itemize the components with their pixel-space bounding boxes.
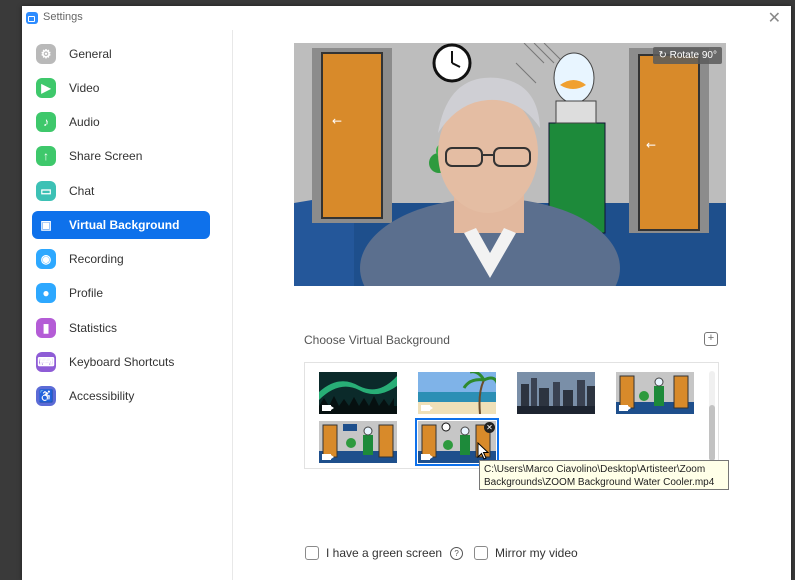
- sidebar-item-profile[interactable]: ● Profile: [32, 279, 210, 307]
- sidebar-item-chat[interactable]: ▭ Chat: [32, 177, 210, 205]
- svg-text:←: ←: [646, 138, 656, 152]
- mirror-video-checkbox[interactable]: [474, 546, 488, 560]
- video-camera-icon: [619, 405, 631, 411]
- mirror-video-option: Mirror my video: [474, 546, 578, 560]
- rotate-icon: ↻: [658, 50, 667, 61]
- video-camera-icon: [322, 454, 334, 460]
- sidebar-item-label: Virtual Background: [69, 218, 180, 232]
- chat-icon: ▭: [36, 181, 56, 201]
- background-thumbnail-city-skyline[interactable]: [517, 372, 595, 414]
- sidebar-item-label: Accessibility: [69, 389, 135, 403]
- file-path-tooltip: C:\Users\Marco Ciavolino\Desktop\Artiste…: [479, 460, 729, 490]
- sidebar-item-recording[interactable]: ◉ Recording: [32, 245, 210, 273]
- sidebar-item-share-screen[interactable]: ↑ Share Screen: [32, 142, 210, 170]
- green-screen-label[interactable]: I have a green screen: [326, 546, 442, 560]
- sidebar-item-accessibility[interactable]: ♿ Accessibility: [32, 382, 210, 410]
- video-camera-icon: [322, 405, 334, 411]
- share-screen-icon: ↑: [36, 146, 56, 166]
- background-thumbnail-office-water-cooler-sign[interactable]: [319, 421, 397, 463]
- sidebar-item-label: Profile: [69, 286, 104, 300]
- sidebar-item-label: Chat: [69, 184, 95, 198]
- window-title: Settings: [43, 11, 83, 23]
- sidebar-item-virtual-background[interactable]: ▣ Virtual Background: [32, 211, 210, 239]
- profile-icon: ●: [36, 283, 56, 303]
- mouse-cursor-icon: [477, 442, 489, 460]
- background-gallery: ✕: [304, 362, 719, 469]
- gallery-scrollbar[interactable]: [709, 371, 715, 461]
- preview-image: ← ←: [294, 43, 726, 286]
- headphones-icon: ♪: [36, 112, 56, 132]
- video-icon: ▶: [36, 78, 56, 98]
- gallery-scroll-thumb[interactable]: [709, 405, 715, 461]
- sidebar-item-label: Statistics: [69, 321, 118, 335]
- tooltip-line-2: Backgrounds\ZOOM Background Water Cooler…: [484, 477, 715, 488]
- sidebar-item-audio[interactable]: ♪ Audio: [32, 108, 210, 136]
- mirror-video-label[interactable]: Mirror my video: [495, 546, 578, 560]
- recording-icon: ◉: [36, 249, 56, 269]
- title-bar: Settings ✕: [22, 6, 791, 30]
- virtual-background-icon: ▣: [40, 218, 52, 232]
- video-camera-icon: [421, 405, 433, 411]
- help-icon[interactable]: ?: [450, 546, 464, 560]
- settings-window: Settings ✕ ⚙ General ▶ Video ♪ Audio ↑ Share Sc…: [22, 6, 791, 580]
- background-thumbnail-office-doors[interactable]: [616, 372, 694, 414]
- rotate-label: Rotate 90°: [669, 50, 717, 61]
- sidebar-item-keyboard-shortcuts[interactable]: ⌨ Keyboard Shortcuts: [32, 348, 210, 376]
- close-icon[interactable]: ✕: [768, 8, 781, 28]
- green-screen-option: I have a green screen ?: [305, 546, 464, 560]
- sidebar-item-label: Share Screen: [69, 149, 143, 163]
- background-thumbnail-beach[interactable]: [418, 372, 496, 414]
- remove-background-icon[interactable]: ✕: [484, 422, 495, 433]
- sidebar-item-label: General: [69, 47, 112, 61]
- sidebar-item-label: Recording: [69, 252, 124, 266]
- sidebar-item-label: Keyboard Shortcuts: [69, 355, 175, 369]
- sidebar-item-general[interactable]: ⚙ General: [32, 40, 210, 68]
- statistics-icon: ▮: [36, 318, 56, 338]
- sidebar-item-statistics[interactable]: ▮ Statistics: [32, 314, 210, 342]
- rotate-90-button[interactable]: ↻ Rotate 90°: [653, 47, 722, 64]
- city-skyline-image: [517, 372, 595, 414]
- accessibility-icon: ♿: [36, 386, 56, 406]
- background-thumbnail-aurora[interactable]: [319, 372, 397, 414]
- tooltip-line-1: C:\Users\Marco Ciavolino\Desktop\Artiste…: [484, 464, 706, 475]
- green-screen-checkbox[interactable]: [305, 546, 319, 560]
- zoom-app-icon: [26, 12, 38, 24]
- settings-sidebar: ⚙ General ▶ Video ♪ Audio ↑ Share Screen ▭ Chat ▣ V…: [22, 30, 233, 580]
- keyboard-icon: ⌨: [36, 352, 56, 372]
- choose-background-heading: Choose Virtual Background: [304, 333, 450, 347]
- sidebar-item-label: Video: [69, 81, 100, 95]
- sidebar-item-video[interactable]: ▶ Video: [32, 74, 210, 102]
- gear-icon: ⚙: [36, 44, 56, 64]
- add-background-icon[interactable]: +: [704, 332, 718, 346]
- video-preview: ← ← ↻ Rotate 90°: [294, 43, 726, 286]
- video-camera-icon: [421, 454, 433, 460]
- sidebar-item-label: Audio: [69, 115, 100, 129]
- svg-text:←: ←: [332, 114, 342, 128]
